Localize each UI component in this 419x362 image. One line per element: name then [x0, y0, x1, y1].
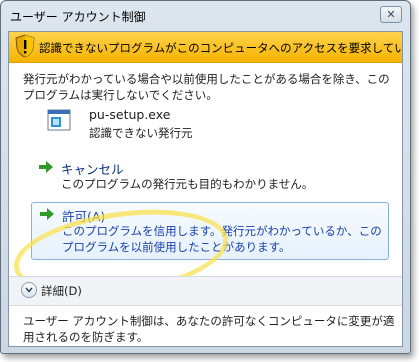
- dialog-content: 認識できないプログラムがこのコンピュータへのアクセスを要求しています 発行元がわ…: [8, 31, 403, 347]
- intro-text: 発行元がわかっている場合や以前使用したことがある場合を除き、このプログラムは実行…: [23, 72, 390, 102]
- cancel-button[interactable]: キャンセル このプログラムの発行元も目的もわかりません。: [31, 156, 389, 198]
- uac-dialog: ユーザー アカウント制御 ✕ 認識できないプログラムがこのコンピュータへのアクセ…: [0, 0, 411, 354]
- title-bar: ユーザー アカウント制御 ✕: [1, 1, 410, 31]
- footer-text: ユーザー アカウント制御は、あなたの許可なくコンピュータに変更が適用されるのを防…: [23, 314, 395, 344]
- details-bar: 詳細(D): [9, 276, 402, 306]
- close-icon: ✕: [386, 8, 396, 21]
- allow-description: このプログラムを信用します。発行元がわかっているか、このプログラムを以前使用した…: [62, 224, 382, 254]
- close-button[interactable]: ✕: [380, 6, 402, 23]
- program-icon: [47, 109, 71, 131]
- green-arrow-icon: [40, 208, 54, 220]
- program-name: pu-setup.exe: [89, 107, 171, 122]
- allow-button[interactable]: 許可(A) このプログラムを信用します。発行元がわかっているか、このプログラムを…: [31, 202, 389, 260]
- green-arrow-icon: [39, 161, 53, 173]
- shield-warning-icon: [15, 34, 35, 58]
- details-label[interactable]: 詳細(D): [41, 283, 82, 299]
- chevron-down-icon: [25, 287, 33, 293]
- details-toggle-button[interactable]: [21, 282, 37, 298]
- warning-banner: 認識できないプログラムがこのコンピュータへのアクセスを要求しています: [9, 32, 402, 63]
- program-publisher: 認識できない発行元: [89, 126, 193, 140]
- banner-text: 認識できないプログラムがこのコンピュータへのアクセスを要求しています: [39, 41, 403, 55]
- cancel-description: このプログラムの発行元も目的もわかりません。: [61, 177, 314, 191]
- window-title: ユーザー アカウント制御: [10, 10, 146, 24]
